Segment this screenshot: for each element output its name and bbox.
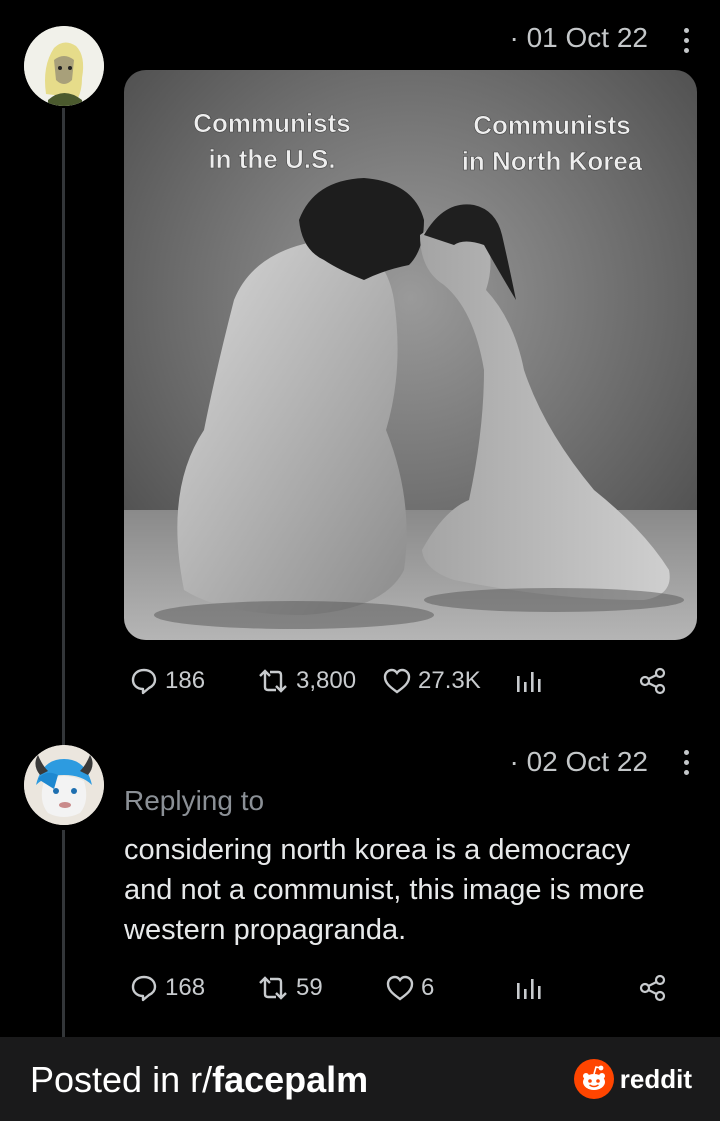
like-button[interactable]: 27.3K <box>382 663 481 699</box>
caption-left-line1: Communists <box>193 108 350 138</box>
heart-icon <box>386 975 414 1001</box>
thread-line <box>62 830 65 1040</box>
reddit-snoo-icon <box>573 1059 614 1099</box>
caption-right-line2: in North Korea <box>462 146 643 176</box>
thread-line <box>62 108 65 748</box>
reply-date: · 02 Oct 22 <box>509 746 648 777</box>
reply-like-button[interactable]: 6 <box>385 970 434 1006</box>
repost-button[interactable]: 3,800 <box>256 663 356 699</box>
analytics-icon <box>517 979 541 999</box>
repost-icon <box>259 976 287 1000</box>
repost-icon <box>259 669 287 693</box>
avatar[interactable] <box>24 26 104 106</box>
reply-repost-count: 59 <box>296 974 323 1001</box>
reply-text: considering north korea is a democracy a… <box>124 834 645 946</box>
reddit-logo[interactable]: reddit <box>573 1059 692 1099</box>
reply-share-button[interactable] <box>638 970 668 1006</box>
posted-in-prefix: Posted in r/ <box>30 1059 213 1100</box>
reply-avatar[interactable] <box>24 745 104 825</box>
share-button[interactable] <box>638 663 668 699</box>
share-icon <box>639 974 666 1002</box>
reply-reply-button[interactable]: 168 <box>129 970 205 1006</box>
share-icon <box>639 667 666 695</box>
reply-more-options-icon[interactable] <box>682 750 690 778</box>
post-date: · 01 Oct 22 <box>509 22 648 53</box>
caption-right-line1: Communists <box>473 110 630 140</box>
post-image[interactable]: Communists in the U.S. Communists in Nor… <box>124 70 697 640</box>
reddit-wordmark: reddit <box>619 1063 692 1094</box>
reply-actions: 168 59 6 <box>124 970 684 1006</box>
reply-reply-count: 168 <box>165 974 206 1001</box>
subreddit-link[interactable]: facepalm <box>212 1059 368 1100</box>
caption-left-line2: in the U.S. <box>208 144 335 174</box>
reply-count: 186 <box>165 667 206 694</box>
reply-views-button[interactable] <box>514 970 542 1006</box>
views-button[interactable] <box>514 663 542 699</box>
more-options-icon[interactable] <box>682 28 690 56</box>
heart-icon <box>383 668 411 694</box>
like-count: 27.3K <box>418 667 481 694</box>
repost-count: 3,800 <box>296 667 357 694</box>
reply-button[interactable]: 186 <box>129 663 205 699</box>
comment-icon <box>131 975 157 1002</box>
comment-icon <box>131 668 157 695</box>
reply-like-count: 6 <box>421 974 435 1001</box>
reddit-footer: Posted in r/facepalm reddit <box>0 1037 720 1121</box>
reply-repost-button[interactable]: 59 <box>256 970 323 1006</box>
analytics-icon <box>517 672 541 692</box>
post-actions: 186 3,800 27.3K <box>124 663 684 699</box>
replying-to-label: Replying to <box>124 785 265 816</box>
posted-in-label: Posted in r/facepalm <box>30 1059 368 1101</box>
